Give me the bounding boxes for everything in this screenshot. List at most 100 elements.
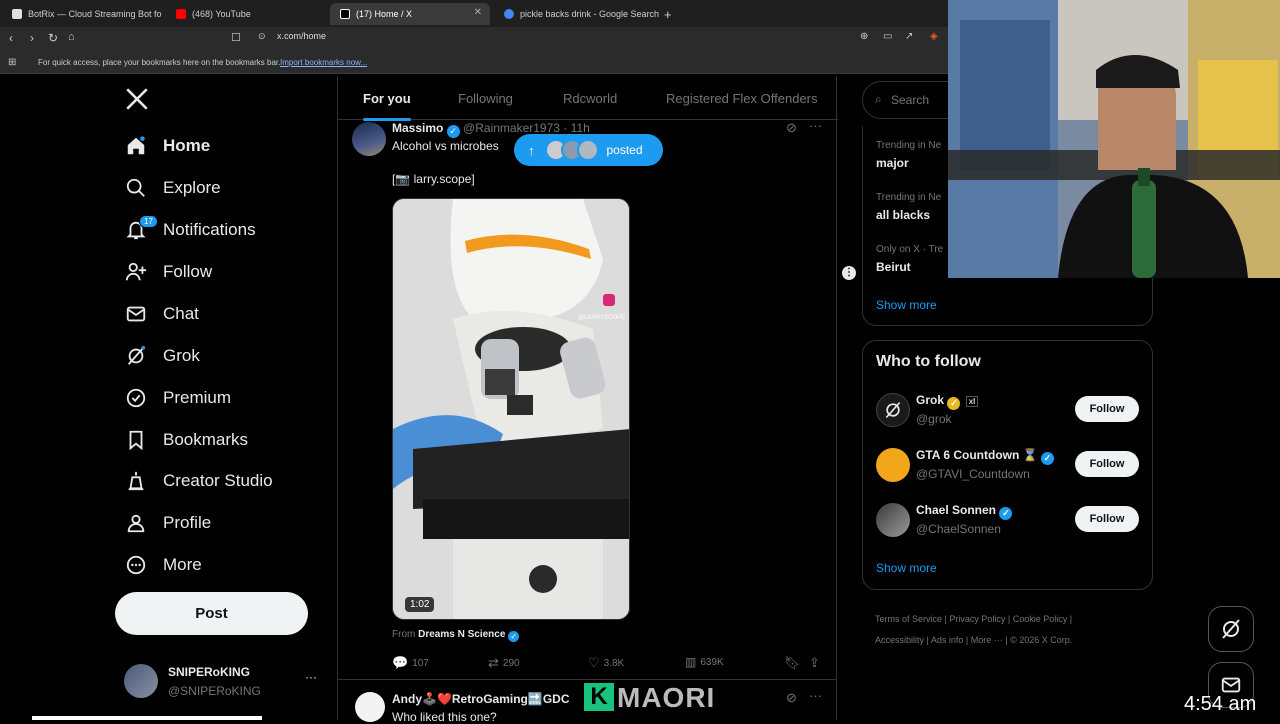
nav-bookmarks[interactable]: Bookmarks xyxy=(125,420,248,460)
verified-badge-icon: ✓ xyxy=(446,125,460,138)
x-logo-icon[interactable] xyxy=(124,86,150,112)
stream-clock: 4:54 am xyxy=(1184,693,1257,715)
reload-icon[interactable]: ↻ xyxy=(48,31,58,45)
trends-show-more-link[interactable]: Show more xyxy=(876,298,937,312)
browser-tab-bar: BotRix — Cloud Streaming Bot fo (468) Yo… xyxy=(0,0,948,27)
nav-chat[interactable]: Chat xyxy=(125,294,199,334)
share-icon[interactable]: ↗ xyxy=(905,31,913,42)
like-button[interactable]: ♡ 3.8K xyxy=(588,655,624,671)
follow-suggestion[interactable]: Grok ✓ xI @grok Follow xyxy=(863,385,1153,433)
site-info-icon[interactable]: ⊙ xyxy=(258,31,266,42)
suggestion-name-row: GTA 6 Countdown ⌛ ✓ xyxy=(916,448,1054,465)
zoom-icon[interactable]: ⊕ xyxy=(860,31,868,42)
who-to-follow-show-more-link[interactable]: Show more xyxy=(876,561,937,575)
avatar[interactable] xyxy=(355,692,385,722)
tab-following[interactable]: Following xyxy=(458,91,513,106)
more-dots-icon[interactable]: ··· xyxy=(809,688,822,703)
nav-label: Grok xyxy=(163,346,200,365)
post-time[interactable]: · 11h xyxy=(563,121,589,135)
browser-tab[interactable]: (468) YouTube xyxy=(166,3,326,25)
follow-button[interactable]: Follow xyxy=(1075,451,1139,477)
follow-suggestion[interactable]: Chael Sonnen ✓ @ChaelSonnen Follow xyxy=(863,495,1153,543)
post-text: Who liked this one? xyxy=(392,710,497,724)
more-dots-icon[interactable]: ··· xyxy=(809,118,822,133)
home-browser-icon[interactable]: ⌂ xyxy=(68,31,75,43)
info-icon[interactable]: ⋮ xyxy=(842,266,856,280)
browser-tab[interactable]: BotRix — Cloud Streaming Bot fo xyxy=(2,3,162,25)
post-button[interactable]: Post xyxy=(115,592,308,635)
follow-button[interactable]: Follow xyxy=(1075,396,1139,422)
reply-button[interactable]: 💬 107 xyxy=(392,655,429,671)
nav-explore[interactable]: Explore xyxy=(125,168,221,208)
nav-grok[interactable]: Grok xyxy=(125,336,200,376)
follow-suggestion[interactable]: GTA 6 Countdown ⌛ ✓ @GTAVI_Countdown Fol… xyxy=(863,440,1153,488)
nav-follow[interactable]: Follow xyxy=(125,252,212,292)
heart-icon: ♡ xyxy=(588,655,600,670)
account-switcher[interactable]: SNIPERoKING @SNIPERoKING ··· xyxy=(124,662,324,702)
bookmark-page-icon[interactable]: ☐ xyxy=(231,31,241,44)
suggestion-name-row: Chael Sonnen ✓ xyxy=(916,503,1013,520)
post-author[interactable]: Andy🕹️❤️RetroGaming🔜GDC xyxy=(392,692,570,706)
footer-link[interactable]: Accessibility xyxy=(875,635,924,645)
new-posts-pill[interactable]: ↑ posted xyxy=(514,134,663,166)
footer-link[interactable]: More ··· xyxy=(971,635,1003,645)
footer-link[interactable]: Terms of Service xyxy=(875,614,942,624)
grok-explain-icon[interactable]: ⊘ xyxy=(786,690,797,706)
post[interactable]: Massimo ✓ @Rainmaker1973 · 11h ⊘ ··· Alc… xyxy=(338,118,836,680)
apps-grid-icon[interactable]: ⊞ xyxy=(8,57,16,68)
nav-more[interactable]: More xyxy=(125,545,202,585)
footer-link[interactable]: Privacy Policy xyxy=(949,614,1005,624)
nav-creator-studio[interactable]: Creator Studio xyxy=(125,461,273,501)
nav-label: Creator Studio xyxy=(163,471,273,490)
suggestion-name-row: Grok ✓ xI xyxy=(916,393,979,410)
new-tab-button[interactable]: + xyxy=(658,3,682,25)
nav-home[interactable]: Home xyxy=(125,126,210,166)
profile-icon xyxy=(127,514,145,533)
follow-button[interactable]: Follow xyxy=(1075,506,1139,532)
tab-for-you[interactable]: For you xyxy=(363,91,411,121)
more-dots-icon[interactable]: ··· xyxy=(305,670,317,684)
avatar xyxy=(576,139,599,161)
post-video[interactable]: @LARRYSCOPE 1:02 xyxy=(392,198,630,620)
footer-link[interactable]: Cookie Policy xyxy=(1013,614,1068,624)
webcam-image xyxy=(948,0,1280,278)
nav-label: Premium xyxy=(163,388,232,407)
repost-button[interactable]: ⇄ 290 xyxy=(488,655,520,671)
brave-shield-icon[interactable]: ◈ xyxy=(930,31,938,42)
import-bookmarks-link[interactable]: Import bookmarks now... xyxy=(280,58,367,67)
bookmark-post-icon[interactable]: 🔖︎ xyxy=(784,655,801,671)
nav-label: Bookmarks xyxy=(163,430,249,449)
bookmark-icon xyxy=(129,430,143,451)
verified-badge-icon: ✓ xyxy=(1040,452,1054,465)
views-button[interactable]: ▥ 639K xyxy=(685,655,724,669)
video-duration: 1:02 xyxy=(405,597,435,612)
avatar xyxy=(124,664,158,698)
suggestion-handle: @GTAVI_Countdown xyxy=(916,467,1030,481)
source-name[interactable]: Dreams N Science xyxy=(418,629,505,640)
nav-label: More xyxy=(163,555,202,574)
close-tab-icon[interactable]: ✕ xyxy=(474,7,482,18)
reply-icon: 💬 xyxy=(392,655,409,670)
browser-tab[interactable]: pickle backs drink - Google Search xyxy=(494,3,659,25)
avatar[interactable] xyxy=(352,122,386,156)
nav-profile[interactable]: Profile xyxy=(125,503,211,543)
browser-tab-active[interactable]: (17) Home / X ✕ xyxy=(330,3,490,25)
grok-explain-icon[interactable]: ⊘ xyxy=(786,120,797,136)
post-author[interactable]: Massimo xyxy=(392,121,443,135)
footer-link[interactable]: Ads info xyxy=(931,635,964,645)
url-input[interactable]: x.com/home xyxy=(277,31,326,41)
back-icon[interactable]: ‹ xyxy=(9,31,13,45)
trend-meta: Trending in Ne xyxy=(876,140,942,151)
post-handle[interactable]: @Rainmaker1973 xyxy=(463,121,560,135)
cast-icon[interactable]: ▭ xyxy=(883,31,892,42)
nav-notifications[interactable]: 17 Notifications xyxy=(125,210,256,250)
nav-premium[interactable]: Premium xyxy=(125,378,231,418)
forward-icon[interactable]: › xyxy=(30,31,34,45)
grok-fab-button[interactable] xyxy=(1208,606,1254,652)
notification-badge: 17 xyxy=(139,215,158,228)
nav-label: Follow xyxy=(163,262,213,281)
tab-registered-flex-offenders[interactable]: Registered Flex Offenders xyxy=(666,91,818,106)
verified-badge-icon: ✓ xyxy=(999,507,1013,520)
tab-rdcworld[interactable]: Rdcworld xyxy=(563,91,617,106)
share-post-icon[interactable]: ⇪ xyxy=(809,655,820,671)
